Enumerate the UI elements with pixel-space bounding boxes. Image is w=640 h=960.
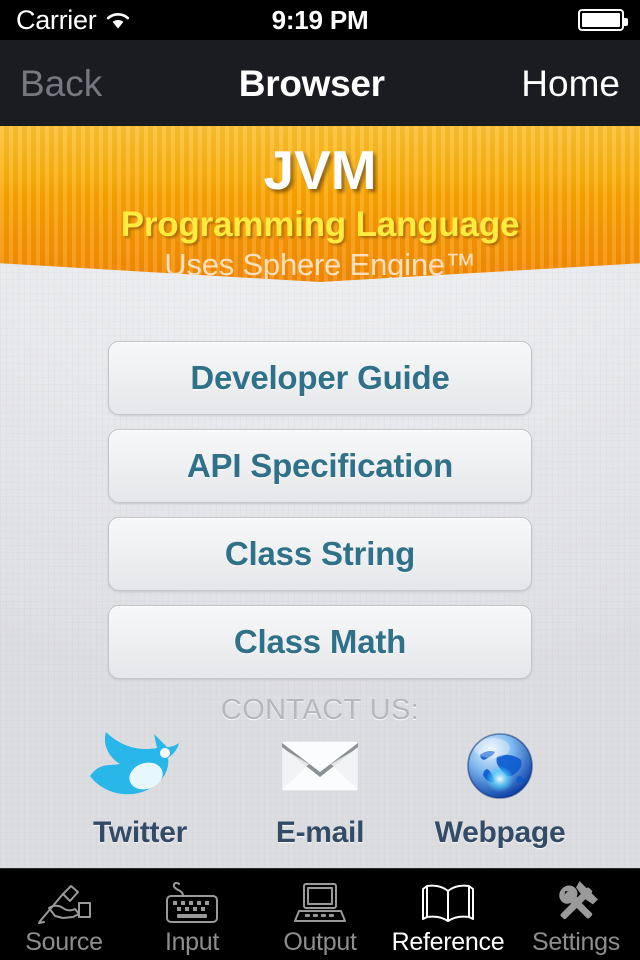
tab-input[interactable]: Input bbox=[128, 869, 256, 960]
tab-label-settings: Settings bbox=[532, 927, 620, 956]
menu-button-class-string[interactable]: Class String bbox=[108, 517, 532, 591]
contact-item-webpage[interactable]: Webpage bbox=[420, 730, 580, 850]
tab-label-output: Output bbox=[283, 927, 357, 956]
envelope-icon bbox=[240, 730, 400, 802]
content-area: JVM Programming Language Uses Sphere Eng… bbox=[0, 126, 640, 868]
app-screen: Carrier 9:19 PM Back Browser Home JVM Pr… bbox=[0, 0, 640, 960]
menu-button-developer-guide[interactable]: Developer Guide bbox=[108, 341, 532, 415]
tab-label-reference: Reference bbox=[391, 927, 505, 956]
battery-full-icon bbox=[578, 9, 628, 31]
contact-item-twitter[interactable]: Twitter bbox=[60, 730, 220, 850]
globe-icon bbox=[420, 730, 580, 802]
hand-writing-pen-icon bbox=[33, 879, 95, 927]
keyboard-icon bbox=[161, 879, 223, 927]
menu-list: Developer Guide API Specification Class … bbox=[108, 341, 532, 693]
menu-button-class-math[interactable]: Class Math bbox=[108, 605, 532, 679]
tab-reference[interactable]: Reference bbox=[384, 869, 512, 960]
tab-output[interactable]: Output bbox=[256, 869, 384, 960]
tab-label-input: Input bbox=[164, 927, 220, 956]
header-banner: JVM Programming Language Uses Sphere Eng… bbox=[0, 126, 640, 282]
tab-bar: Source Input Output Reference Settings bbox=[0, 868, 640, 960]
contact-heading: CONTACT US: bbox=[220, 694, 420, 726]
tab-settings[interactable]: Settings bbox=[512, 869, 640, 960]
menu-button-api-specification[interactable]: API Specification bbox=[108, 429, 532, 503]
banner-subtitle: Programming Language bbox=[120, 204, 520, 244]
twitter-bird-icon bbox=[60, 730, 220, 802]
banner-engine-credit: Uses Sphere Engine™ bbox=[164, 247, 476, 283]
contact-item-email[interactable]: E-mail bbox=[240, 730, 400, 850]
laptop-icon bbox=[289, 879, 351, 927]
clock-label: 9:19 PM bbox=[271, 4, 369, 35]
navigation-bar: Back Browser Home bbox=[0, 40, 640, 126]
tab-label-source: Source bbox=[25, 927, 103, 956]
back-button[interactable]: Back bbox=[20, 65, 102, 102]
open-book-icon bbox=[417, 879, 479, 927]
contact-list: Twitter E-mail Webpage bbox=[60, 730, 580, 850]
status-bar: Carrier 9:19 PM bbox=[0, 0, 640, 40]
banner-title: JVM bbox=[263, 139, 377, 201]
contact-label-email: E-mail bbox=[275, 816, 365, 849]
contact-label-twitter: Twitter bbox=[92, 816, 187, 849]
contact-label-webpage: Webpage bbox=[434, 816, 566, 849]
tab-source[interactable]: Source bbox=[0, 869, 128, 960]
page-title: Browser bbox=[238, 62, 385, 104]
hammer-wrench-icon bbox=[545, 879, 607, 927]
home-button[interactable]: Home bbox=[521, 65, 620, 102]
